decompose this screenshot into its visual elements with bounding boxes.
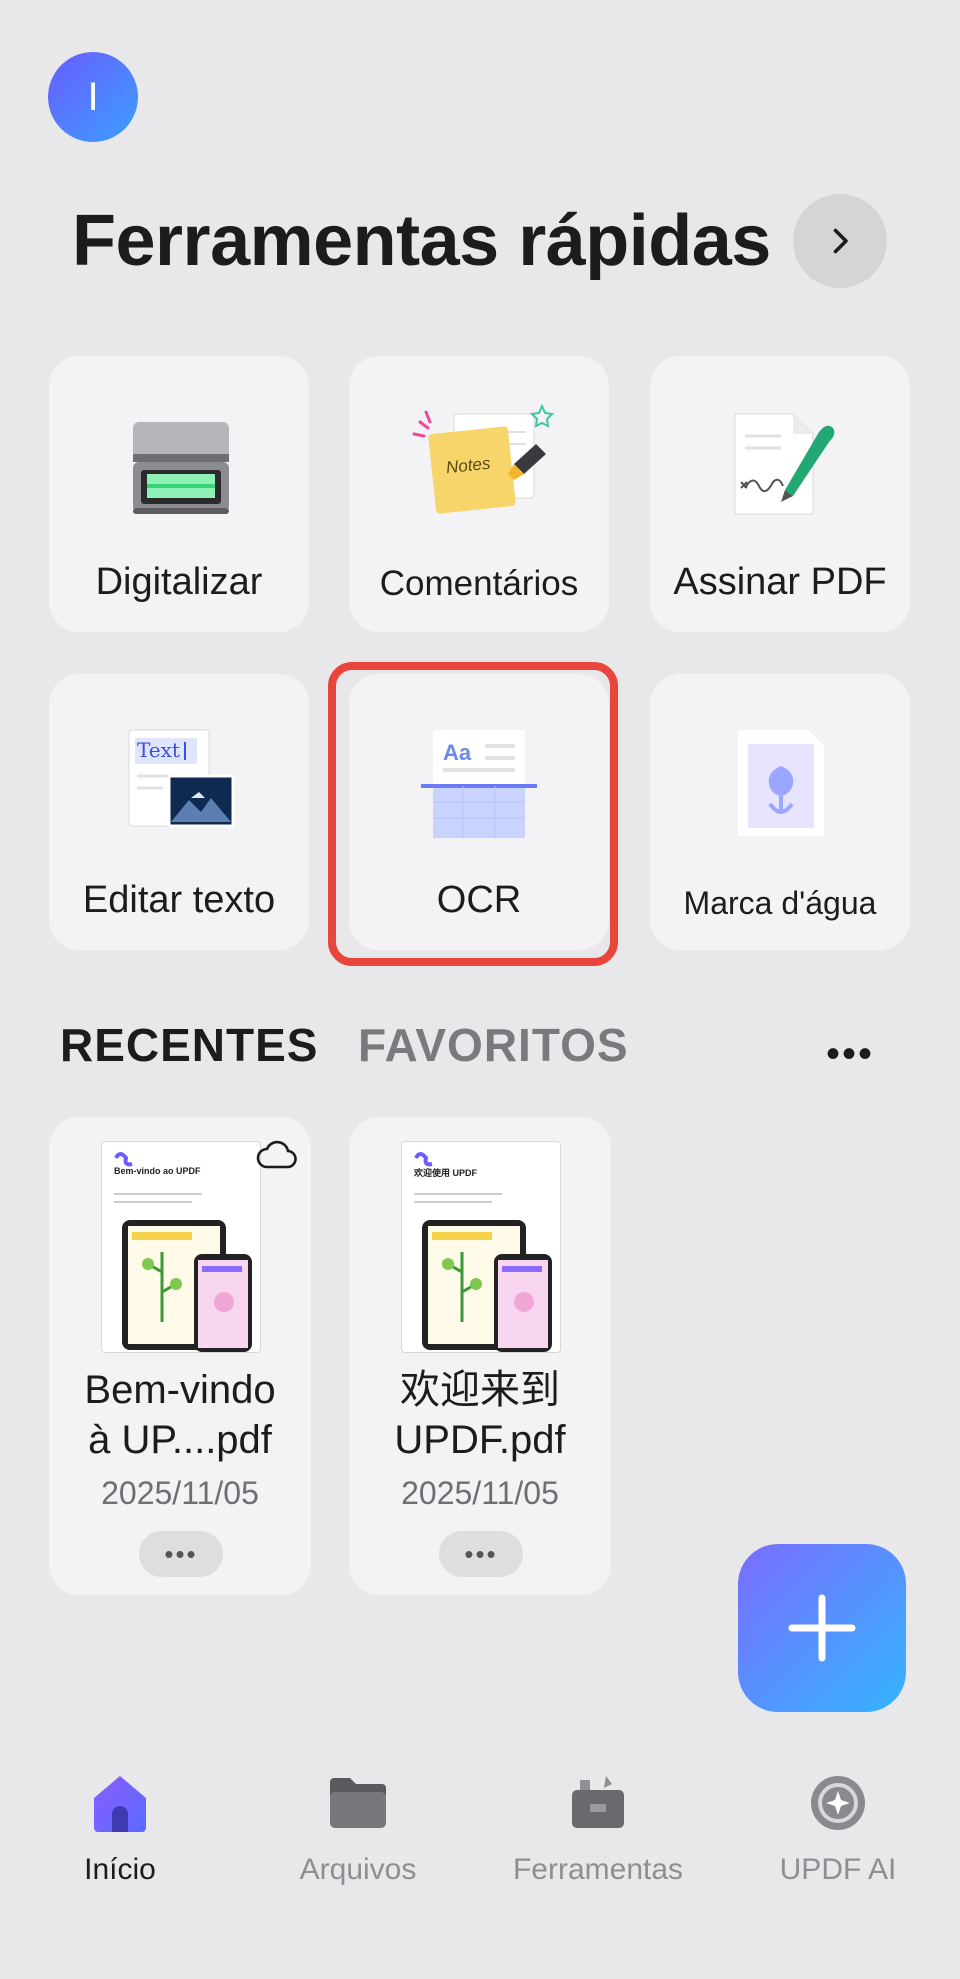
file-name-line1: 欢迎来到: [400, 1368, 560, 1412]
nav-label: Início: [84, 1853, 156, 1886]
tool-label: Comentários: [379, 564, 579, 603]
file-name: Bem-vindo à UP....pdf: [49, 1365, 311, 1465]
chevron-right-icon: [833, 228, 848, 254]
file-name-line2: à UP....pdf: [88, 1418, 272, 1462]
tool-digitalizar[interactable]: Digitalizar: [49, 356, 309, 632]
tool-assinar-pdf[interactable]: Assinar PDF: [650, 356, 910, 632]
tool-label: Marca d'água: [683, 885, 877, 921]
file-card[interactable]: Bem-vindo ao UPDF Bem-vindo à UP....pdf …: [49, 1117, 311, 1595]
nav-label: Ferramentas: [512, 1853, 684, 1886]
tab-favoritos[interactable]: FAVORITOS: [358, 1018, 629, 1072]
avatar-initial: I: [87, 74, 99, 119]
file-date: 2025/11/05: [101, 1475, 259, 1511]
tool-marca-dagua[interactable]: Marca d'água: [650, 674, 910, 950]
nav-label: Arquivos: [299, 1853, 417, 1886]
more-options-button[interactable]: •••: [826, 1032, 874, 1077]
watermark-icon: [720, 722, 840, 847]
nav-label: UPDF AI: [779, 1853, 897, 1886]
ai-icon: [811, 1776, 865, 1830]
quick-tools-more-button[interactable]: [793, 194, 887, 288]
file-more-button[interactable]: •••: [439, 1531, 523, 1577]
tool-label: Assinar PDF: [673, 561, 887, 603]
file-more-button[interactable]: •••: [139, 1531, 223, 1577]
tool-label: Digitalizar: [95, 561, 263, 603]
avatar[interactable]: I: [48, 52, 138, 142]
plus-icon: [788, 1594, 856, 1662]
cloud-icon: [256, 1140, 297, 1169]
file-date: 2025/11/05: [401, 1475, 559, 1511]
sticky-note-icon: Notes: [404, 404, 554, 524]
file-thumbnail: Bem-vindo ao UPDF: [101, 1141, 261, 1353]
home-icon: [94, 1776, 146, 1832]
edit-text-icon: Text: [119, 722, 239, 842]
tool-comentarios[interactable]: Notes Comentários: [349, 356, 609, 632]
add-button[interactable]: [738, 1544, 906, 1712]
signature-pen-icon: [715, 404, 845, 529]
thumbnail-title: 欢迎使用 UPDF: [414, 1168, 478, 1178]
tool-editar-texto[interactable]: Text Editar texto: [49, 674, 309, 950]
file-thumbnail: 欢迎使用 UPDF: [401, 1141, 561, 1353]
nav-updf-ai[interactable]: UPDF AI: [738, 1772, 938, 1887]
folder-icon: [330, 1778, 386, 1828]
nav-inicio[interactable]: Início: [20, 1772, 220, 1887]
scanner-icon: [119, 404, 239, 529]
toolbox-icon: [572, 1776, 624, 1828]
file-card[interactable]: 欢迎使用 UPDF 欢迎来到 UPDF.pdf 2025/11/05 •••: [349, 1117, 611, 1595]
file-name: 欢迎来到 UPDF.pdf: [349, 1365, 611, 1465]
tab-recentes[interactable]: RECENTES: [60, 1018, 318, 1072]
ocr-highlight-frame: [328, 662, 618, 966]
page-title: Ferramentas rápidas: [72, 201, 771, 281]
edit-text-icon-text: Text: [137, 738, 180, 762]
tool-label: Editar texto: [82, 879, 276, 921]
nav-ferramentas[interactable]: Ferramentas: [498, 1772, 698, 1887]
nav-arquivos[interactable]: Arquivos: [258, 1772, 458, 1887]
file-name-line2: UPDF.pdf: [394, 1418, 566, 1462]
thumbnail-title: Bem-vindo ao UPDF: [114, 1166, 201, 1176]
file-name-line1: Bem-vindo: [84, 1368, 276, 1412]
